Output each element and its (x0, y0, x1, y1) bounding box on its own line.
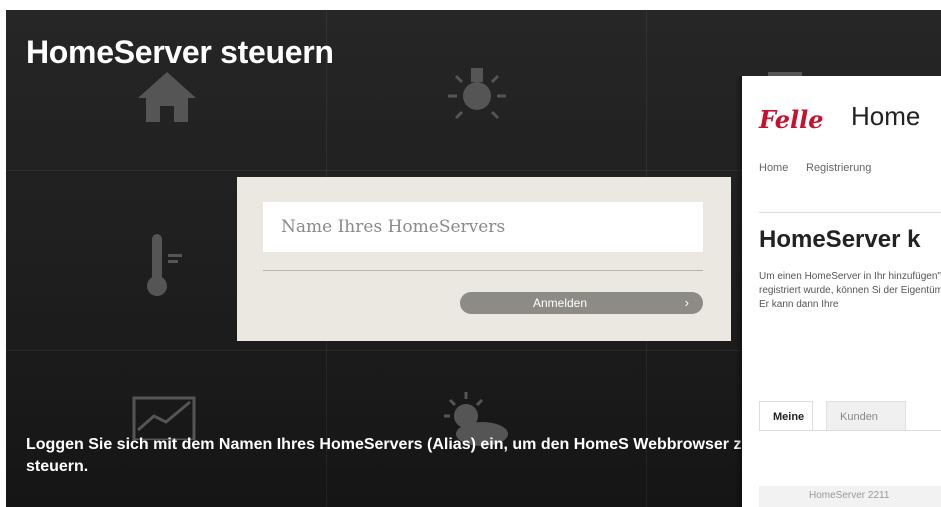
page-title: HomeServer steuern (26, 34, 334, 70)
section-heading: HomeServer k (759, 226, 921, 253)
table-row[interactable]: HomeServer 2211 (759, 486, 941, 507)
feller-logo[interactable]: Felle (759, 105, 824, 134)
divider (759, 212, 941, 213)
overlay-shadow (735, 76, 742, 507)
divider (263, 270, 703, 271)
nav-registrierung[interactable]: Registrierung (806, 162, 871, 174)
login-button[interactable]: Anmelden › (460, 292, 703, 314)
chart-icon (132, 396, 196, 440)
thermometer-icon (147, 234, 182, 296)
brand-title: Home (851, 101, 921, 131)
login-button-label: Anmelden (532, 296, 588, 310)
homeserver-name-input[interactable] (263, 202, 703, 252)
home-icon (138, 72, 196, 122)
lightbulb-icon (448, 68, 506, 120)
portal-overlay: Felle Home Home Registrierung HomeServer… (742, 76, 941, 507)
tab-kunden[interactable]: Kunden (826, 401, 906, 431)
section-description: Um einen HomeServer in Ihr hinzufügen" u… (759, 271, 941, 310)
login-instructions: Loggen Sie sich mit dem Namen Ihres Home… (26, 436, 752, 475)
row-label: HomeServer 2211 (809, 490, 890, 501)
tab-meine[interactable]: Meine (759, 401, 813, 431)
chevron-right-icon: › (684, 295, 689, 310)
nav-home[interactable]: Home (759, 162, 788, 174)
tab-underline (759, 430, 941, 431)
login-card: Anmelden › (237, 177, 731, 341)
